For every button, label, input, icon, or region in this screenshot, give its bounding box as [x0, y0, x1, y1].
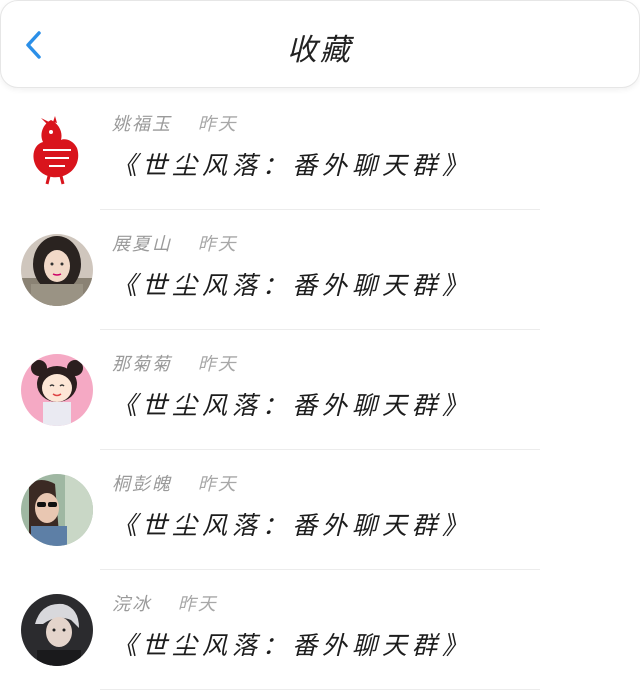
page-title: 收藏: [287, 33, 353, 68]
contact-name: 那菊菊: [112, 354, 172, 375]
contact-name: 姚福玉: [112, 114, 172, 135]
timestamp: 昨天: [197, 234, 238, 255]
favorite-item[interactable]: 那菊菊 昨天 《世尘风落：番外聊天群》: [0, 330, 640, 450]
favorite-item[interactable]: 浣冰 昨天 《世尘风落：番外聊天群》: [0, 570, 640, 690]
message-text: 《世尘风落：番外聊天群》: [112, 511, 473, 540]
message-text: 《世尘风落：番外聊天群》: [112, 631, 473, 660]
red-paper-cut-rooster-icon: [21, 114, 93, 186]
girl-photo-avatar: [21, 234, 93, 306]
favorite-item[interactable]: 桐彭魄 昨天 《世尘风落：番外聊天群》: [0, 450, 640, 570]
timestamp: 昨天: [177, 594, 218, 615]
favorite-item[interactable]: 姚福玉 昨天 《世尘风落：番外聊天群》: [0, 90, 640, 210]
message-text: 《世尘风落：番外聊天群》: [112, 391, 473, 420]
timestamp: 昨天: [197, 474, 238, 495]
favorites-list: 姚福玉 昨天 《世尘风落：番外聊天群》 展夏山 昨天 《世尘风落：番外聊天群》: [0, 90, 640, 690]
timestamp: 昨天: [197, 354, 238, 375]
favorite-item[interactable]: 展夏山 昨天 《世尘风落：番外聊天群》: [0, 210, 640, 330]
message-text: 《世尘风落：番外聊天群》: [112, 151, 473, 180]
top-nav-bar: 收藏: [0, 0, 640, 88]
girl-sunglasses-photo-avatar: [21, 474, 93, 546]
contact-name: 浣冰: [112, 594, 152, 615]
cartoon-girl-avatar: [21, 354, 93, 426]
boy-photo-avatar: [21, 594, 93, 666]
contact-name: 展夏山: [112, 234, 172, 255]
timestamp: 昨天: [197, 114, 238, 135]
message-text: 《世尘风落：番外聊天群》: [112, 271, 473, 300]
contact-name: 桐彭魄: [112, 474, 172, 495]
